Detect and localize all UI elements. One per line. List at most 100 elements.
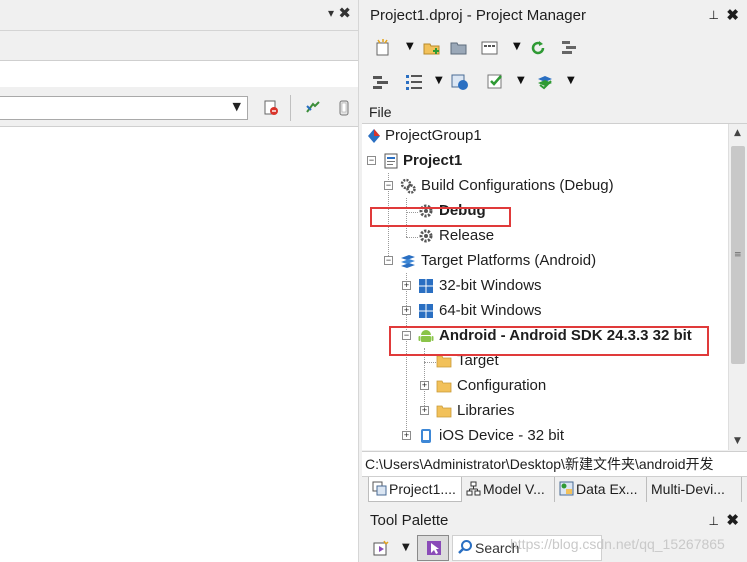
chevron-down-icon[interactable]: ▼	[513, 41, 521, 52]
cursor-icon	[427, 541, 441, 555]
expand-icon[interactable]: +	[420, 381, 429, 390]
tree-item-projectgroup[interactable]: ProjectGroup1	[362, 125, 728, 147]
pane-menu-icon[interactable]: ▾	[328, 6, 334, 20]
project-manager-panel: Project1.dproj - Project Manager ⊥ ✖ ▼ ▼	[362, 0, 747, 562]
palette-categories-icon[interactable]	[373, 540, 390, 557]
layers-icon[interactable]	[536, 73, 554, 91]
data-explorer-icon	[559, 481, 574, 496]
tool-palette-title: Tool Palette ⊥ ✖	[362, 508, 747, 534]
tree-item-label: ProjectGroup1	[385, 127, 482, 144]
chevron-down-icon[interactable]: ▼	[567, 75, 575, 86]
navigate-icon[interactable]	[305, 100, 321, 116]
project-tree[interactable]: ProjectGroup1 − Project1 − Build Configu…	[362, 124, 728, 450]
tree-item-release[interactable]: Release	[362, 225, 728, 247]
sync-icon[interactable]	[529, 39, 547, 57]
add-folder-icon[interactable]	[423, 39, 441, 57]
project-path: C:\Users\Administrator\Desktop\新建文件夹\and…	[362, 451, 747, 476]
tree-item-label: Target Platforms (Android)	[421, 252, 597, 269]
tree-item-project[interactable]: − Project1	[362, 150, 728, 172]
gears-icon	[400, 178, 416, 194]
platforms-icon	[401, 255, 415, 268]
tab-data-explorer[interactable]: Data Ex...	[556, 477, 647, 502]
tree-scrollbar[interactable]: ▲ ≡ ▼	[728, 124, 747, 450]
expand-icon[interactable]: +	[402, 281, 411, 290]
tree-item-configuration[interactable]: + Configuration	[362, 375, 728, 397]
chevron-down-icon[interactable]: ▼	[402, 542, 410, 553]
expand-icon[interactable]: +	[402, 431, 411, 440]
pm-toolbar-row-2: ▼ ▼ ▼	[362, 65, 747, 99]
file-column-header[interactable]: File	[362, 100, 747, 124]
scroll-grip-icon: ≡	[734, 250, 742, 260]
check-icon[interactable]	[487, 73, 505, 91]
tree-item-win32[interactable]: + 32-bit Windows	[362, 275, 728, 297]
project-manager-title-text: Project1.dproj - Project Manager	[370, 7, 586, 24]
tree-item-libraries[interactable]: + Libraries	[362, 400, 728, 422]
left-toolbar: ▼	[0, 87, 358, 127]
unit-combo-box[interactable]: ▼	[0, 96, 248, 120]
scroll-down-icon[interactable]: ▼	[734, 436, 741, 446]
pm-toolbar-row-1: ▼ ▼	[362, 31, 747, 65]
tree-item-label: Build Configurations (Debug)	[421, 177, 614, 194]
pointer-tool-button[interactable]	[417, 535, 449, 561]
scroll-up-icon[interactable]: ▲	[734, 128, 741, 138]
tab-multi-device[interactable]: Multi-Devi...	[648, 477, 742, 502]
collapse-icon[interactable]: −	[384, 181, 393, 190]
chevron-down-icon[interactable]: ▼	[517, 75, 525, 86]
close-icon[interactable]: ✖	[726, 508, 739, 534]
device-icon[interactable]	[336, 100, 352, 116]
highlight-box-debug	[370, 207, 511, 227]
gear-icon	[419, 229, 433, 243]
tree-item-target-platforms[interactable]: − Target Platforms (Android)	[362, 250, 728, 272]
list-icon[interactable]	[372, 73, 390, 91]
tree-view-icon[interactable]	[405, 73, 423, 91]
tab-model-view[interactable]: Model V...	[463, 477, 555, 502]
toolbar-separator	[290, 95, 291, 121]
tab-label: Multi-Devi...	[651, 481, 725, 497]
open-folder-icon[interactable]	[450, 39, 468, 57]
chevron-down-icon[interactable]: ▼	[233, 100, 241, 113]
tree-item-build-configurations[interactable]: − Build Configurations (Debug)	[362, 175, 728, 197]
collapse-icon[interactable]: −	[367, 156, 376, 165]
windows-icon	[419, 279, 433, 293]
chevron-down-icon[interactable]: ▼	[406, 41, 414, 52]
close-icon[interactable]: ✖	[726, 0, 739, 31]
collapse-icon[interactable]: −	[384, 256, 393, 265]
expand-icon[interactable]: +	[402, 306, 411, 315]
build-icon[interactable]	[451, 73, 469, 91]
watermark-text: https://blog.csdn.net/qq_15267865	[510, 536, 725, 552]
folder-icon	[436, 380, 452, 393]
left-tabstrip	[0, 31, 358, 61]
highlight-box-android	[389, 326, 709, 356]
add-new-icon[interactable]	[374, 39, 392, 57]
tree-item-label: 64-bit Windows	[439, 302, 542, 319]
expand-icon[interactable]: +	[420, 406, 429, 415]
tree-item-label: Libraries	[457, 402, 515, 419]
folder-icon	[436, 405, 452, 418]
build-configs-icon[interactable]	[481, 39, 499, 57]
windows-icon	[419, 304, 433, 318]
tree-item-label: Configuration	[457, 377, 547, 394]
tree-item-label: iOS Device - 32 bit	[439, 427, 565, 444]
left-titlebar: ▾ ✖	[0, 0, 358, 31]
model-view-icon	[466, 481, 481, 496]
tool-palette-title-text: Tool Palette	[370, 512, 449, 529]
tree-item-ios-device[interactable]: + iOS Device - 32 bit	[362, 425, 728, 447]
pin-icon[interactable]: ⊥	[709, 508, 719, 534]
close-icon[interactable]: ✖	[338, 4, 351, 22]
code-editor-pane: ▾ ✖ ▼	[0, 0, 358, 562]
pin-icon[interactable]: ⊥	[709, 0, 719, 31]
tree-item-win64[interactable]: + 64-bit Windows	[362, 300, 728, 322]
tree-item-label: 32-bit Windows	[439, 277, 542, 294]
remove-file-icon[interactable]	[263, 100, 279, 116]
tab-project[interactable]: Project1....	[368, 477, 462, 502]
tab-label: Data Ex...	[576, 481, 638, 497]
tab-label: Model V...	[483, 481, 545, 497]
project-manager-title: Project1.dproj - Project Manager ⊥ ✖	[362, 0, 747, 31]
tree-item-label: Project1	[403, 152, 463, 169]
pm-tab-strip: Project1.... Model V... Data Ex... Multi…	[362, 476, 747, 502]
options-icon[interactable]	[560, 39, 578, 57]
chevron-down-icon[interactable]: ▼	[435, 75, 443, 86]
mobile-device-icon	[421, 429, 431, 443]
tree-item-label: Release	[439, 227, 495, 244]
project-tab-icon	[372, 481, 387, 496]
